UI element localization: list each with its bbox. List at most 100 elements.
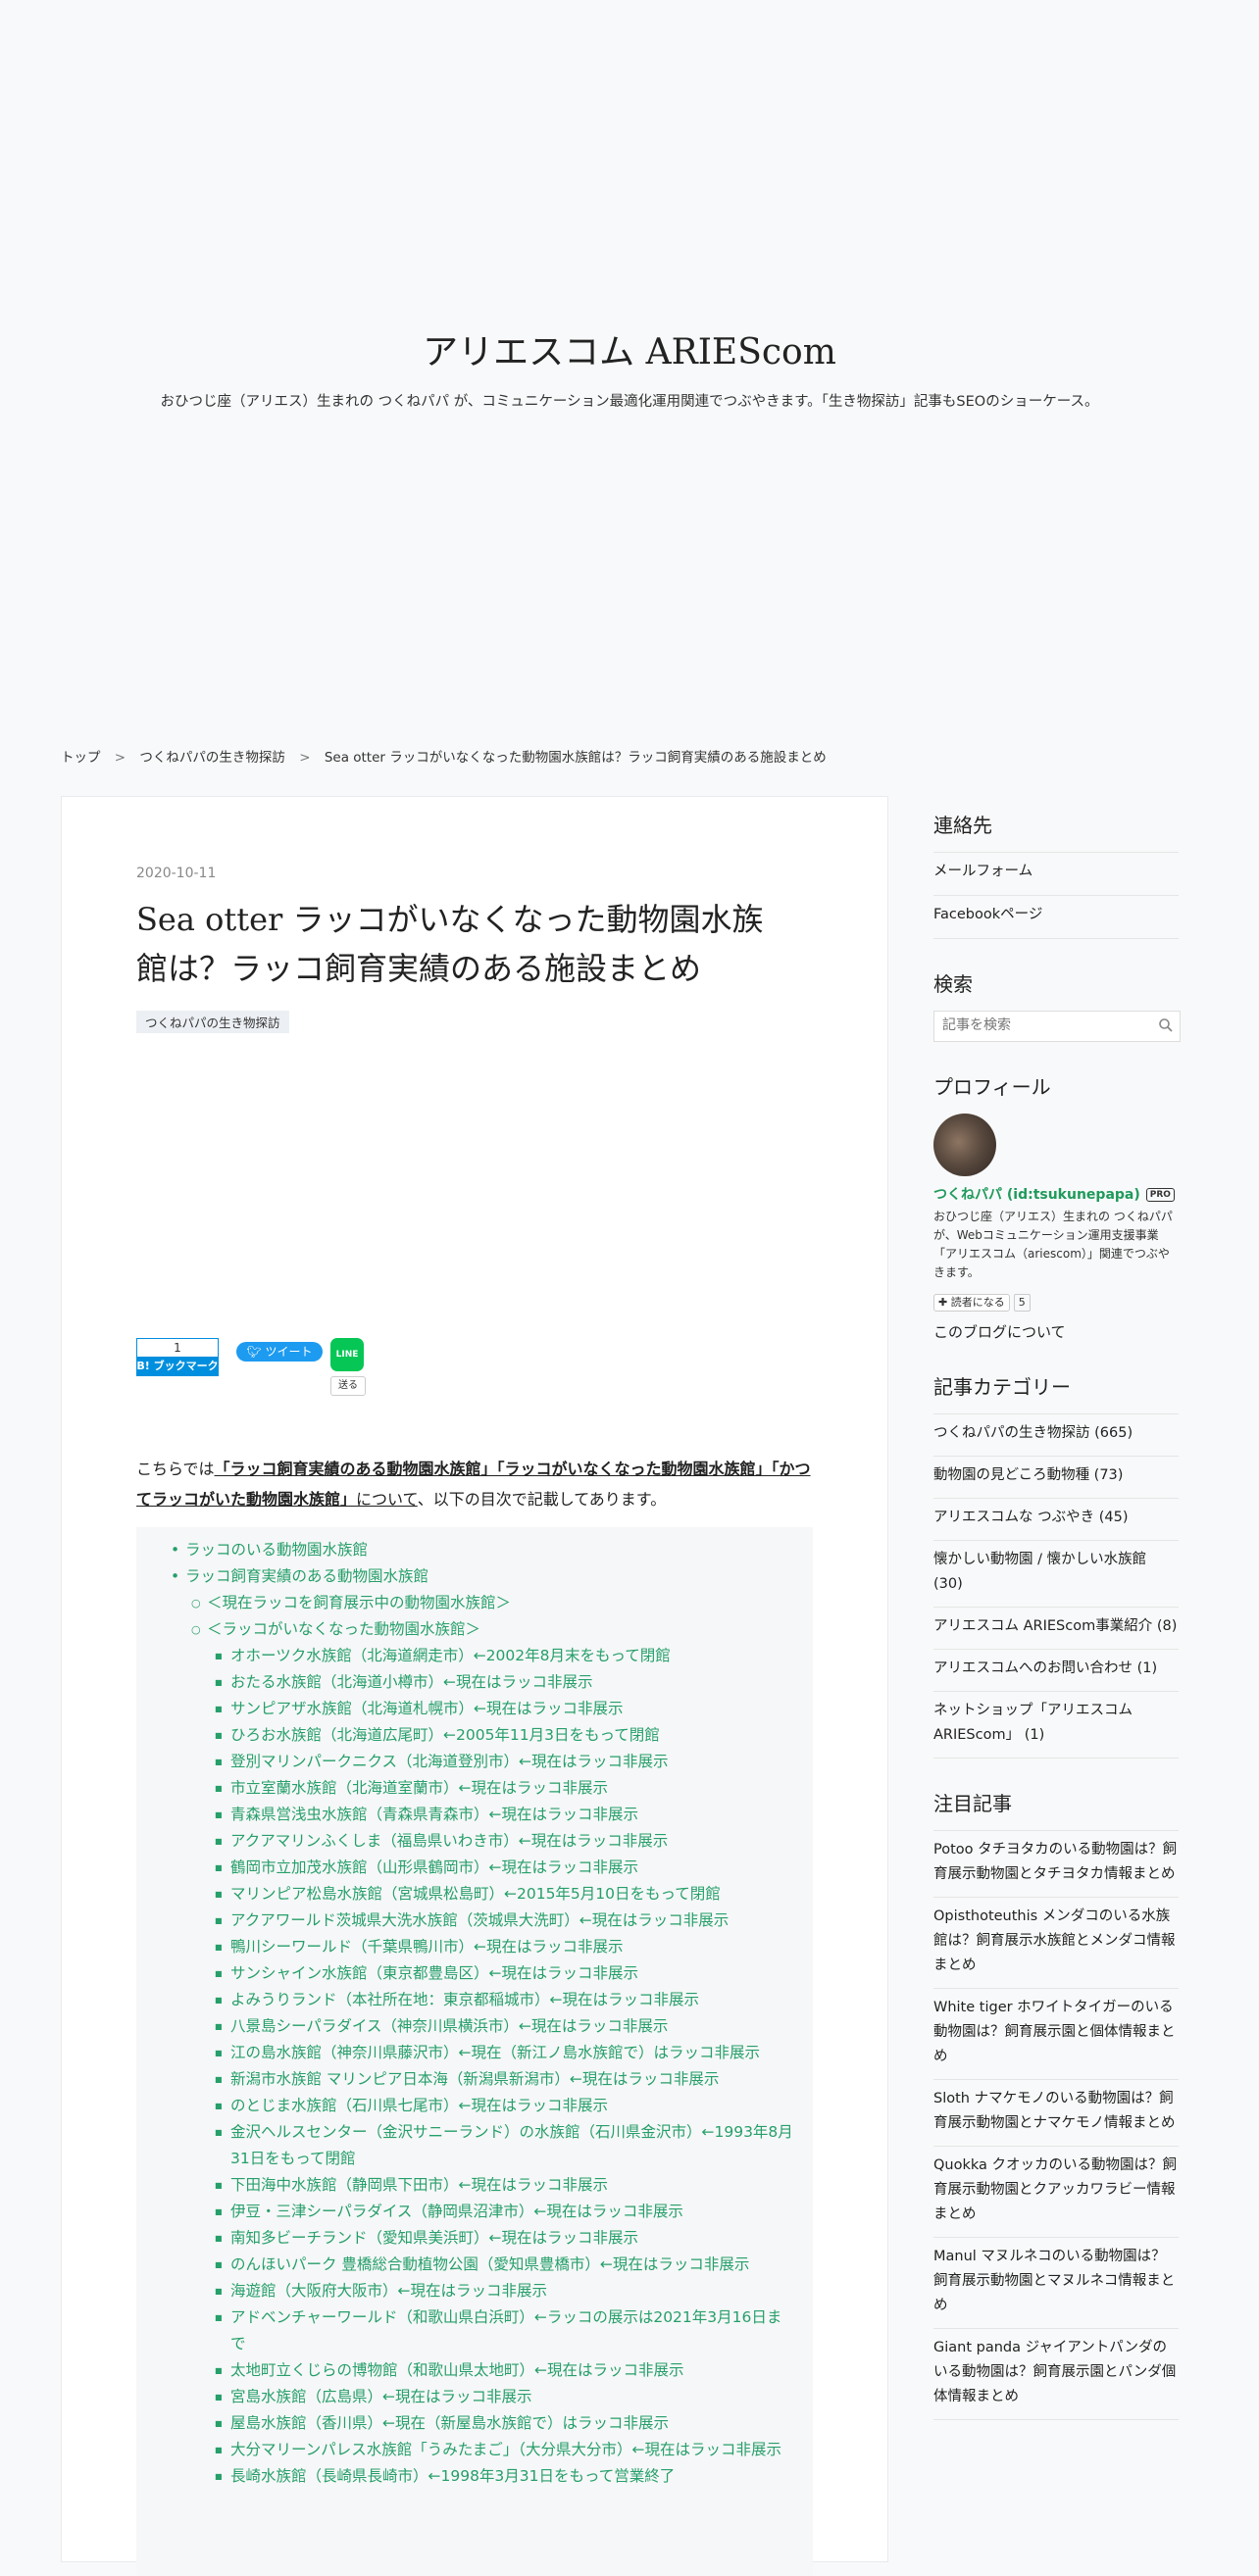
category-link[interactable]: 動物園の見どころ動物種 (73)	[933, 1457, 1179, 1499]
contact-mailform-link[interactable]: メールフォーム	[933, 853, 1179, 896]
entry-date[interactable]: 2020-10-11	[136, 866, 216, 881]
entry-category-tag[interactable]: つくねパパの生き物探訪	[136, 1011, 289, 1033]
toc-item[interactable]: 海遊館（大阪府大阪市）←現在はラッコ非展示	[136, 2278, 813, 2304]
toc-list: ラッコのいる動物園水族館ラッコ飼育実績のある動物園水族館＜現在ラッコを飼育展示中…	[136, 1537, 813, 2490]
toc-item[interactable]: 長崎水族館（長崎県長崎市）←1998年3月31日をもって営業終了	[136, 2463, 813, 2490]
profile-name[interactable]: つくねパパ (id:tsukunepapa)	[933, 1187, 1140, 1203]
toc-item[interactable]: 南知多ビーチランド（愛知県美浜町）←現在はラッコ非展示	[136, 2225, 813, 2252]
site-title[interactable]: アリエスコム ARIEScom	[0, 323, 1259, 374]
subscribe-button[interactable]: ✚ 読者になる	[933, 1294, 1010, 1312]
featured-article-link[interactable]: Quokka クオッカのいる動物園は？飼育展示動物園とクアッカワラビー情報まとめ	[933, 2147, 1179, 2238]
category-link[interactable]: アリエスコムへのお問い合わせ (1)	[933, 1650, 1179, 1692]
entry-title[interactable]: Sea otter ラッコがいなくなった動物園水族館は？ラッコ飼育実績のある施設…	[136, 895, 783, 993]
intro-prefix: こちらでは	[136, 1460, 215, 1478]
categories-heading: 記事カテゴリー	[933, 1375, 1071, 1399]
featured-article-link[interactable]: Manul マヌルネコのいる動物園は？飼育展示動物園とマヌルネコ情報まとめ	[933, 2238, 1179, 2329]
breadcrumb-separator: >	[114, 750, 126, 766]
search-icon[interactable]	[1158, 1017, 1174, 1033]
sidebar-search: 検索	[933, 968, 1181, 1042]
tweet-button[interactable]: 🐦︎ ツイート	[236, 1342, 323, 1362]
plus-icon: ✚	[938, 1296, 948, 1309]
featured-article-link[interactable]: White tiger ホワイトタイガーのいる動物園は？飼育展示園と個体情報まと…	[933, 1989, 1179, 2080]
subscribe-label: 読者になる	[950, 1296, 1005, 1309]
article-card: 2020-10-11 Sea otter ラッコがいなくなった動物園水族館は？ラ…	[61, 796, 888, 2576]
hatena-bookmark-label: B! ブックマーク	[136, 1357, 219, 1376]
line-share-button[interactable]: LINE 送る	[330, 1338, 366, 1396]
intro-link-suffix[interactable]: について	[356, 1490, 418, 1509]
reader-count: 5	[1013, 1294, 1031, 1312]
toc-item[interactable]: 屋島水族館（香川県）←現在（新屋島水族館で）はラッコ非展示	[136, 2410, 813, 2437]
breadcrumb-separator: >	[299, 750, 311, 766]
search-heading: 検索	[933, 972, 973, 996]
featured-heading: 注目記事	[933, 1792, 1012, 1815]
share-buttons: 1 B! ブックマーク 🐦︎ ツイート LINE 送る	[136, 1338, 529, 1407]
category-link[interactable]: ネットショップ「アリエスコム ARIEScom」 (1)	[933, 1692, 1179, 1759]
toc-item[interactable]: 宮島水族館（広島県）←現在はラッコ非展示	[136, 2384, 813, 2410]
breadcrumb-category[interactable]: つくねパパの生き物探訪	[139, 750, 285, 766]
featured-article-link[interactable]: Giant panda ジャイアントパンダのいる動物園は？飼育展示園とパンダ個体…	[933, 2329, 1179, 2420]
toc-item[interactable]: ラッコのいる動物園水族館	[136, 1537, 813, 1563]
pro-badge: PRO	[1145, 1188, 1175, 1202]
toc-item[interactable]: おたる水族館（北海道小樽市）←現在はラッコ非展示	[136, 1669, 813, 1696]
contact-heading: 連絡先	[933, 814, 992, 837]
toc-item[interactable]: 下田海中水族館（静岡県下田市）←現在はラッコ非展示	[136, 2172, 813, 2199]
toc-item[interactable]: 新潟市水族館 マリンピア日本海（新潟県新潟市）←現在はラッコ非展示	[136, 2066, 813, 2093]
toc-item[interactable]: アクアワールド茨城県大洗水族館（茨城県大洗町）←現在はラッコ非展示	[136, 1907, 813, 1934]
profile-name-row: つくねパパ (id:tsukunepapa) PRO	[933, 1184, 1179, 1204]
profile-heading: プロフィール	[933, 1075, 1051, 1099]
toc-item[interactable]: のとじま水族館（石川県七尾市）←現在はラッコ非展示	[136, 2093, 813, 2119]
toc-item[interactable]: ラッコ飼育実績のある動物園水族館	[136, 1563, 813, 1590]
contact-facebook-link[interactable]: Facebookページ	[933, 896, 1179, 939]
table-of-contents: ラッコのいる動物園水族館ラッコ飼育実績のある動物園水族館＜現在ラッコを飼育展示中…	[136, 1527, 813, 2576]
category-link[interactable]: アリエスコムな つぶやき (45)	[933, 1499, 1179, 1541]
category-link[interactable]: 懐かしい動物園 / 懐かしい水族館 (30)	[933, 1541, 1179, 1608]
sidebar: 連絡先 メールフォーム Facebookページ 検索 プロフィール つくねパパ …	[933, 810, 1181, 2450]
toc-item[interactable]: 市立室蘭水族館（北海道室蘭市）←現在はラッコ非展示	[136, 1775, 813, 1802]
breadcrumb: トップ > つくねパパの生き物探訪 > Sea otter ラッコがいなくなった…	[61, 746, 827, 766]
featured-article-link[interactable]: Sloth ナマケモノのいる動物園は？飼育展示動物園とナマケモノ情報まとめ	[933, 2080, 1179, 2147]
site-description: おひつじ座（アリエス）生まれの つくねパパ が、コミュニケーション最適化運用関連…	[160, 394, 1099, 410]
toc-item[interactable]: 鴨川シーワールド（千葉県鴨川市）←現在はラッコ非展示	[136, 1934, 813, 1960]
toc-item[interactable]: オホーツク水族館（北海道網走市）←2002年8月末をもって閉館	[136, 1643, 813, 1669]
toc-item[interactable]: 鶴岡市立加茂水族館（山形県鶴岡市）←現在はラッコ非展示	[136, 1855, 813, 1881]
search-box	[933, 1011, 1181, 1042]
sidebar-profile: プロフィール つくねパパ (id:tsukunepapa) PRO おひつじ座（ア…	[933, 1071, 1179, 1342]
featured-article-link[interactable]: Potoo タチヨタカのいる動物園は？飼育展示動物園とタチヨタカ情報まとめ	[933, 1831, 1179, 1898]
tweet-label: ツイート	[265, 1345, 313, 1359]
toc-item[interactable]: マリンピア松島水族館（宮城県松島町）←2015年5月10日をもって閉館	[136, 1881, 813, 1907]
about-blog-link[interactable]: このブログについて	[933, 1321, 1179, 1342]
sidebar-categories: 記事カテゴリー つくねパパの生き物探訪 (665) 動物園の見どころ動物種 (73…	[933, 1371, 1179, 1759]
breadcrumb-top[interactable]: トップ	[61, 750, 101, 766]
toc-item[interactable]: 伊豆・三津シーパラダイス（静岡県沼津市）←現在はラッコ非展示	[136, 2199, 813, 2225]
toc-item[interactable]: ＜ラッコがいなくなった動物園水族館＞	[136, 1616, 813, 1643]
profile-description: おひつじ座（アリエス）生まれの つくねパパが、Webコミュニケーション運用支援事…	[933, 1210, 1173, 1279]
toc-item[interactable]: ＜現在ラッコを飼育展示中の動物園水族館＞	[136, 1590, 813, 1616]
toc-item[interactable]: アドベンチャーワールド（和歌山県白浜町）←ラッコの展示は2021年3月16日まで	[136, 2304, 813, 2357]
toc-item[interactable]: ひろお水族館（北海道広尾町）←2005年11月3日をもって閉館	[136, 1722, 813, 1749]
contact-list: メールフォーム Facebookページ	[933, 852, 1179, 939]
toc-item[interactable]: サンシャイン水族館（東京都豊島区）←現在はラッコ非展示	[136, 1960, 813, 1987]
intro-paragraph: こちらでは「ラッコ飼育実績のある動物園水族館」「ラッコがいなくなった動物園水族館…	[136, 1454, 817, 1514]
toc-item[interactable]: 八景島シーパラダイス（神奈川県横浜市）←現在はラッコ非展示	[136, 2013, 813, 2040]
featured-article-link[interactable]: Opisthoteuthis メンダコのいる水族館は？飼育展示水族館とメンダコ情…	[933, 1898, 1179, 1989]
toc-item[interactable]: よみうりランド（本社所在地：東京都稲城市）←現在はラッコ非展示	[136, 1987, 813, 2013]
search-input[interactable]	[934, 1012, 1156, 1039]
toc-item[interactable]: 登別マリンパークニクス（北海道登別市）←現在はラッコ非展示	[136, 1749, 813, 1775]
toc-item[interactable]: サンピアザ水族館（北海道札幌市）←現在はラッコ非展示	[136, 1696, 813, 1722]
toc-item[interactable]: アクアマリンふくしま（福島県いわき市）←現在はラッコ非展示	[136, 1828, 813, 1855]
categories-list: つくねパパの生き物探訪 (665) 動物園の見どころ動物種 (73) アリエスコムな…	[933, 1413, 1179, 1759]
toc-item[interactable]: 青森県営浅虫水族館（青森県青森市）←現在はラッコ非展示	[136, 1802, 813, 1828]
category-link[interactable]: つくねパパの生き物探訪 (665)	[933, 1414, 1179, 1457]
line-icon: LINE	[330, 1338, 364, 1371]
category-link[interactable]: アリエスコム ARIEScom事業紹介 (8)	[933, 1608, 1179, 1650]
line-send-label: 送る	[330, 1376, 366, 1396]
toc-item[interactable]: 太地町立くじらの博物館（和歌山県太地町）←現在はラッコ非展示	[136, 2357, 813, 2384]
toc-item[interactable]: 大分マリーンパレス水族館「うみたまご」（大分県大分市）←現在はラッコ非展示	[136, 2437, 813, 2463]
hatena-bookmark-button[interactable]: 1 B! ブックマーク	[136, 1338, 219, 1377]
blog-header: アリエスコム ARIEScom おひつじ座（アリエス）生まれの つくねパパ が、…	[0, 0, 1259, 725]
toc-item[interactable]: 金沢ヘルスセンター（金沢サニーランド）の水族館（石川県金沢市）←1993年8月3…	[136, 2119, 813, 2172]
toc-item[interactable]: 江の島水族館（神奈川県藤沢市）←現在（新江ノ島水族館で）はラッコ非展示	[136, 2040, 813, 2066]
avatar[interactable]	[933, 1114, 996, 1176]
sidebar-featured: 注目記事 Potoo タチヨタカのいる動物園は？飼育展示動物園とタチヨタカ情報ま…	[933, 1788, 1179, 2420]
toc-item[interactable]: のんほいパーク 豊橋総合動植物公園（愛知県豊橋市）←現在はラッコ非展示	[136, 2252, 813, 2278]
